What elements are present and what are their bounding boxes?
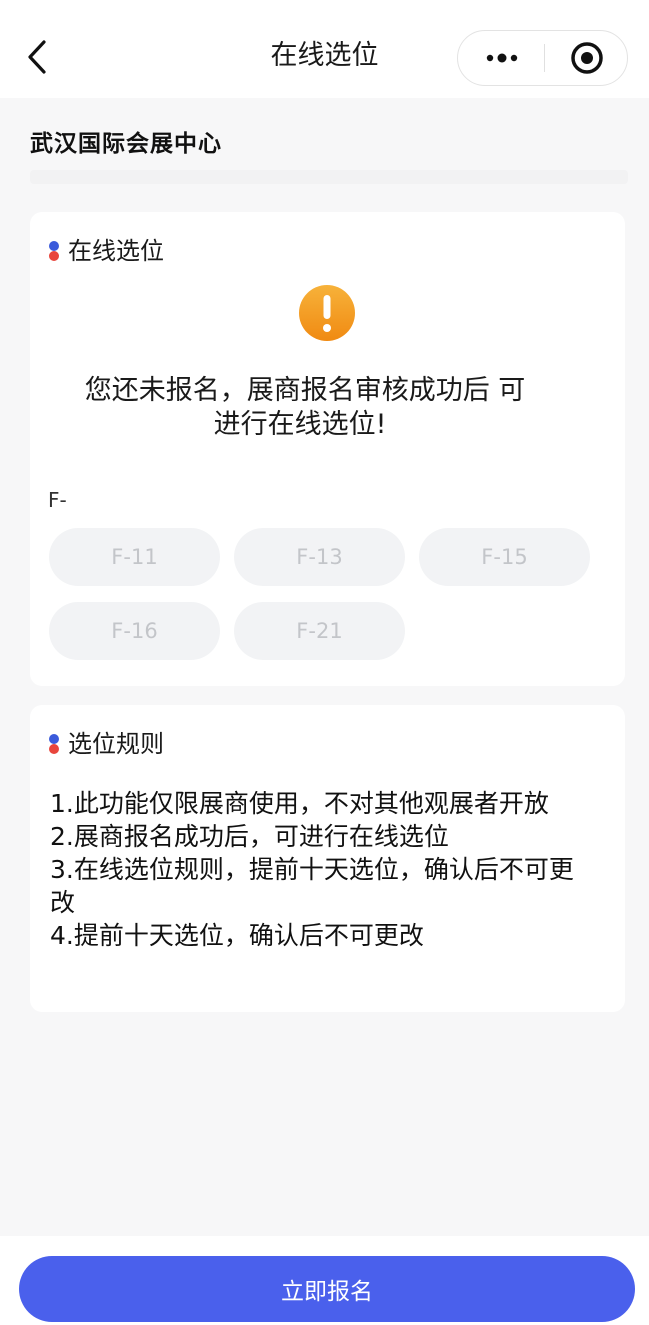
booth-f-16[interactable]: F-16 [49,602,220,660]
more-dots-icon [486,53,518,63]
booth-f-21[interactable]: F-21 [234,602,405,660]
rules-card: 选位规则 1.此功能仅限展商使用，不对其他观展者开放 2.展商报名成功后，可进行… [30,705,625,1012]
section-title: 选位规则 [68,730,164,758]
signup-button[interactable]: 立即报名 [19,1256,635,1322]
section-title: 在线选位 [68,237,164,265]
rules-section-header: 选位规则 [48,729,164,759]
capsule-divider [544,44,545,72]
selection-section-header: 在线选位 [48,236,164,266]
message-line-1: 您还未报名，展商报名审核成功后 可 [84,375,526,406]
close-button[interactable] [558,31,618,84]
rule-item: 4.提前十天选位，确认后不可更改 [50,921,424,950]
exclamation-warning-icon [298,284,356,342]
mini-program-capsule [457,30,628,86]
rule-item: 3.在线选位规则，提前十天选位，确认后不可更改 [50,855,574,917]
venue-name: 武汉国际会展中心 [30,131,222,157]
section-dot-icon [48,732,60,756]
more-button[interactable] [472,31,532,84]
section-dot-icon [48,239,60,263]
booth-f-11[interactable]: F-11 [49,528,220,586]
bottom-bar: 立即报名 [0,1236,649,1325]
section-divider [30,170,628,184]
zone-label: F- [48,488,67,512]
rules-list: 1.此功能仅限展商使用，不对其他观展者开放 2.展商报名成功后，可进行在线选位 … [50,787,595,952]
message-line-2: 进行在线选位! [213,409,387,440]
selection-card: 在线选位 您还未报名，展商报名审核成功后 可 进行在线选位! F- F-11 F… [30,212,625,686]
booth-f-15[interactable]: F-15 [419,528,590,586]
rule-item: 1.此功能仅限展商使用，不对其他观展者开放 [50,789,549,818]
nav-bar: 在线选位 [0,0,649,98]
not-registered-message: 您还未报名，展商报名审核成功后 可 进行在线选位! [30,374,570,442]
target-circle-icon [571,42,603,74]
rule-item: 2.展商报名成功后，可进行在线选位 [50,822,449,851]
booth-f-13[interactable]: F-13 [234,528,405,586]
